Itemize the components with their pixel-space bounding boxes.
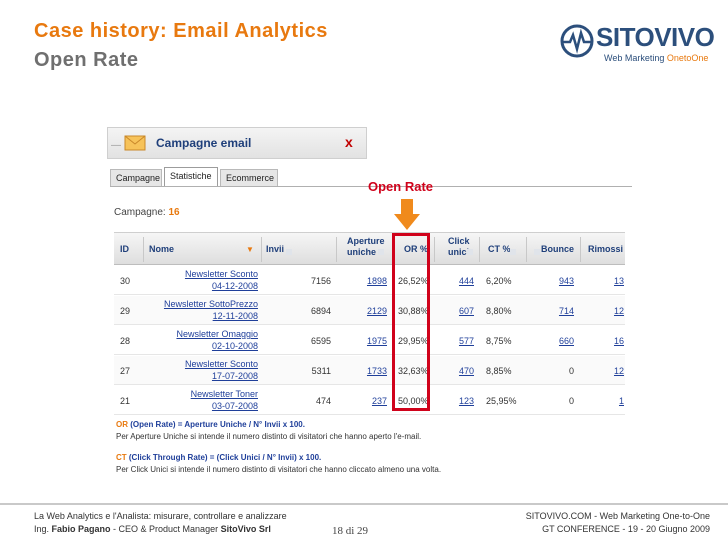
campaign-name-link[interactable]: Newsletter Sconto: [154, 268, 258, 280]
panel-header: — Campagne email x: [107, 127, 367, 159]
campaign-name-link[interactable]: Newsletter Omaggio: [154, 328, 258, 340]
footer-right-line1: SITOVIVO.COM - Web Marketing One-to-One: [525, 511, 710, 521]
panel-title: Campagne email: [156, 136, 252, 150]
cell-aperture-link[interactable]: 1898: [344, 275, 387, 287]
cell-bounce: 0: [568, 396, 574, 406]
cell-id: 28: [120, 336, 131, 346]
col-bounce[interactable]: Bounce: [541, 244, 574, 255]
sitovivo-logo: SITOVIVO Web Marketing OnetoOne: [560, 20, 720, 70]
or-definition: OR (Open Rate) = Aperture Uniche / N° In…: [116, 420, 305, 429]
col-id[interactable]: ID: [120, 244, 129, 255]
campaign-date-link[interactable]: 02-10-2008: [154, 340, 258, 352]
campaign-name-link[interactable]: Newsletter Toner: [154, 388, 258, 400]
cell-bounce-link[interactable]: 660: [524, 335, 574, 347]
cell-click-link[interactable]: 577: [434, 335, 474, 347]
cell-invii: 7156: [310, 276, 331, 286]
or-description: Per Aperture Uniche si intende il numero…: [116, 432, 422, 441]
logo-tagline: Web Marketing OnetoOne: [604, 53, 709, 63]
col-nome[interactable]: Nome: [149, 244, 174, 255]
cell-click-link[interactable]: 444: [434, 275, 474, 287]
tab-ecommerce[interactable]: Ecommerce: [220, 169, 278, 187]
sort-icon[interactable]: [510, 249, 516, 255]
arrow-down-icon: [394, 199, 420, 230]
cell-id: 29: [120, 306, 131, 316]
table-row: 30 Newsletter Sconto 04-12-2008 7156 189…: [114, 266, 625, 295]
col-invii[interactable]: Invii: [266, 244, 284, 255]
cell-bounce-link[interactable]: 943: [524, 275, 574, 287]
cell-rimossi-link[interactable]: 12: [582, 365, 624, 377]
logo-text: SITOVIVO: [596, 22, 715, 52]
campaign-name-link[interactable]: Newsletter SottoPrezzo: [144, 298, 258, 310]
ct-description: Per Click Unici si intende il numero dis…: [116, 465, 442, 474]
footer-left-line1: La Web Analytics e l'Analista: misurare,…: [34, 511, 287, 521]
campaign-stats-panel: — Campagne email x Campagne Statistiche …: [107, 127, 633, 479]
sort-icon[interactable]: [378, 249, 384, 255]
slide-title: Case history: Email Analytics: [34, 20, 328, 42]
campaign-count: Campagne: 16: [114, 207, 180, 218]
cell-aperture-link[interactable]: 1975: [344, 335, 387, 347]
cell-id: 27: [120, 366, 131, 376]
cell-aperture-link[interactable]: 2129: [344, 305, 387, 317]
cell-rimossi-link[interactable]: 12: [582, 305, 624, 317]
minimize-icon[interactable]: —: [111, 140, 121, 151]
cell-rimossi-link[interactable]: 1: [582, 395, 624, 407]
campaign-date-link[interactable]: 04-12-2008: [154, 280, 258, 292]
cell-ct: 25,95%: [486, 396, 517, 406]
cell-ct: 8,85%: [486, 366, 512, 376]
cell-click-link[interactable]: 123: [434, 395, 474, 407]
campaign-name-link[interactable]: Newsletter Sconto: [154, 358, 258, 370]
table-row: 29 Newsletter SottoPrezzo 12-11-2008 689…: [114, 296, 625, 325]
footer-left-line2: Ing. Fabio Pagano - CEO & Product Manage…: [34, 524, 271, 534]
cell-bounce-link[interactable]: 714: [524, 305, 574, 317]
footer-divider: [0, 503, 728, 505]
close-button[interactable]: x: [345, 134, 353, 150]
cell-click-link[interactable]: 470: [434, 365, 474, 377]
cell-aperture-link[interactable]: 1733: [344, 365, 387, 377]
footer-right-line2: GT CONFERENCE - 19 - 20 Giugno 2009: [542, 524, 710, 534]
logo-wave-icon: [560, 24, 594, 58]
cell-bounce: 0: [568, 366, 574, 376]
slide-subtitle: Open Rate: [34, 49, 139, 71]
table-header: ID Nome ▼ Invii Aperture uniche OR % Clic…: [114, 232, 625, 265]
cell-invii: 6595: [310, 336, 331, 346]
table-row: 21 Newsletter Toner 03-07-2008 474 237 5…: [114, 386, 625, 415]
sort-icon[interactable]: [534, 249, 540, 255]
col-rimossi[interactable]: Rimossi: [588, 244, 623, 255]
cell-invii: 6894: [310, 306, 331, 316]
cell-id: 30: [120, 276, 131, 286]
tab-statistiche[interactable]: Statistiche: [164, 167, 218, 187]
open-rate-callout: Open Rate: [368, 179, 434, 194]
cell-ct: 8,80%: [486, 306, 512, 316]
sort-icon[interactable]: [286, 249, 292, 255]
cell-aperture-link[interactable]: 237: [344, 395, 387, 407]
cell-invii: 5311: [311, 366, 331, 376]
cell-invii: 474: [315, 396, 331, 406]
sort-icon[interactable]: [467, 249, 473, 255]
cell-rimossi-link[interactable]: 16: [582, 335, 624, 347]
campaign-date-link[interactable]: 12-11-2008: [154, 310, 258, 322]
page-number: 18 di 29: [332, 525, 369, 537]
col-ct[interactable]: CT %: [488, 244, 511, 255]
tab-campagne[interactable]: Campagne: [110, 169, 162, 187]
campaign-date-link[interactable]: 17-07-2008: [154, 370, 258, 382]
ct-definition: CT (Click Through Rate) = (Click Unici /…: [116, 453, 322, 462]
cell-ct: 6,20%: [486, 276, 512, 286]
table-row: 28 Newsletter Omaggio 02-10-2008 6595 19…: [114, 326, 625, 355]
mail-icon: [124, 135, 146, 151]
cell-id: 21: [120, 396, 131, 406]
cell-ct: 8,75%: [486, 336, 512, 346]
cell-click-link[interactable]: 607: [434, 305, 474, 317]
open-rate-highlight-box: [392, 233, 430, 411]
campaign-date-link[interactable]: 03-07-2008: [154, 400, 258, 412]
sort-down-icon[interactable]: ▼: [246, 245, 254, 254]
cell-rimossi-link[interactable]: 13: [582, 275, 624, 287]
table-row: 27 Newsletter Sconto 17-07-2008 5311 173…: [114, 356, 625, 385]
